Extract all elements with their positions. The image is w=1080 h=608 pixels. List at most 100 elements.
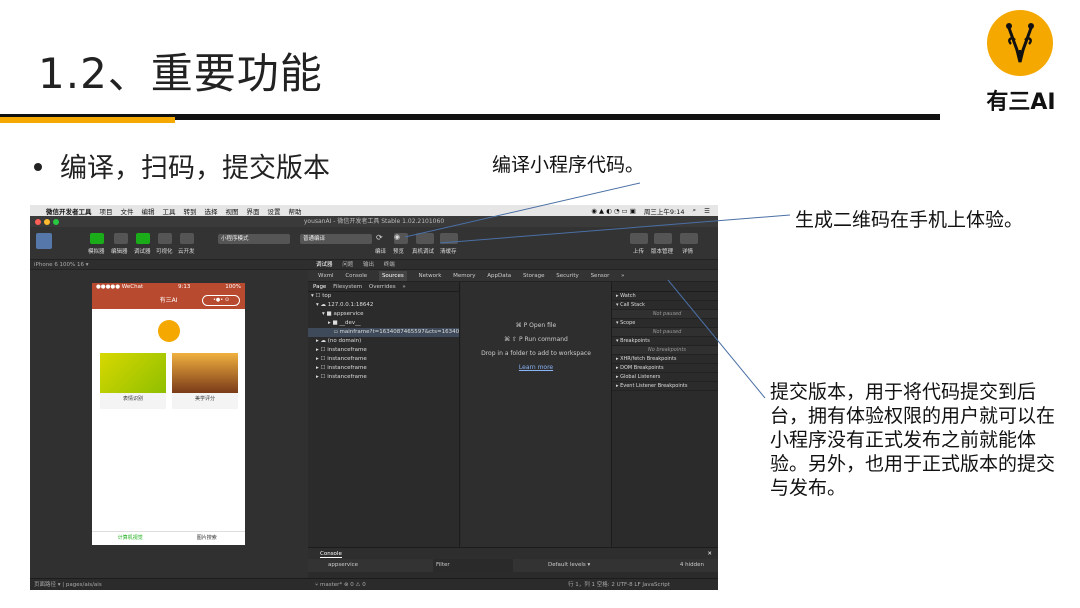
miniprogram-capsule-button[interactable]: •●• ⊙: [202, 295, 240, 306]
cloud-dev-button[interactable]: [180, 233, 194, 244]
control-center-icon[interactable]: ☰: [704, 207, 710, 215]
tree-item[interactable]: ▸ ■ __dev__: [308, 319, 459, 328]
card-aesthetic[interactable]: 美学评分: [172, 353, 238, 409]
debugger-sidebar: ▸ Watch ▾ Call Stack Not paused ▾ Scope …: [611, 282, 718, 547]
menu-item-interface[interactable]: 界面: [247, 206, 260, 216]
tree-item[interactable]: ▸ ☐ instanceframe: [308, 373, 459, 382]
page-path[interactable]: 页面路径 ▾ | pages/ais/ais: [34, 582, 102, 588]
compile-mode-select[interactable]: 普通编译: [300, 234, 372, 244]
tab-memory[interactable]: Memory: [453, 273, 475, 279]
tab-filesystem[interactable]: Filesystem: [333, 284, 362, 290]
label-editor: 编辑器: [111, 249, 128, 255]
status-time: 9:13: [178, 284, 191, 290]
section-call-stack[interactable]: ▾ Call Stack: [612, 301, 718, 310]
visual-toggle-button[interactable]: [158, 233, 172, 244]
tab-problems[interactable]: 问题: [342, 262, 353, 268]
menu-item-settings[interactable]: 设置: [268, 206, 281, 216]
debugger-toggle-button[interactable]: [136, 233, 150, 244]
section-watch[interactable]: ▸ Watch: [612, 292, 718, 301]
section-dom-breakpoints[interactable]: ▸ DOM Breakpoints: [612, 364, 718, 373]
tab-image-search[interactable]: 图片搜索: [169, 532, 246, 545]
section-scope[interactable]: ▾ Scope: [612, 319, 718, 328]
menu-item-edit[interactable]: 编辑: [142, 206, 155, 216]
git-branch[interactable]: ⑂ master* ⊗ 0 ⚠ 0: [315, 579, 366, 590]
tab-computer-vision[interactable]: 计算机视觉: [92, 532, 169, 545]
status-carrier: ●●●●● WeChat: [96, 284, 144, 290]
more-tabs-icon[interactable]: »: [621, 273, 624, 279]
device-select[interactable]: iPhone 6 100% 16 ▾: [34, 262, 89, 268]
tab-wxml[interactable]: Wxml: [318, 273, 334, 279]
menu-item-select[interactable]: 选择: [205, 206, 218, 216]
section-global-listeners[interactable]: ▸ Global Listeners: [612, 373, 718, 382]
annotation-submit: 提交版本，用于将代码提交到后台，拥有体验权限的用户就可以在小程序没有正式发布之前…: [770, 381, 1056, 499]
menubar-clock[interactable]: 周三上午9:14: [644, 206, 685, 216]
tree-item-selected[interactable]: ▫ mainframe?t=1634087465597&cts=16340874: [308, 328, 459, 337]
tab-network[interactable]: Network: [418, 273, 441, 279]
close-window-icon[interactable]: [35, 219, 41, 225]
tree-item[interactable]: ▸ ☁ (no domain): [308, 337, 459, 346]
annotation-compile: 编译小程序代码。: [492, 154, 645, 176]
avatar[interactable]: [36, 233, 52, 249]
tab-console[interactable]: Console: [345, 273, 367, 279]
details-icon[interactable]: [680, 233, 698, 244]
shortcut-run-command: ⌘ ⇧ P Run command: [504, 336, 568, 343]
menu-item-file[interactable]: 文件: [121, 206, 134, 216]
menu-app-name[interactable]: 微信开发者工具: [46, 206, 92, 216]
logo-emblem-icon: [987, 10, 1053, 76]
tree-item[interactable]: ▸ ☐ instanceframe: [308, 355, 459, 364]
tree-item[interactable]: ▸ ☐ instanceframe: [308, 364, 459, 373]
preview-icon[interactable]: ◉: [394, 233, 408, 244]
learn-more-link[interactable]: Learn more: [461, 364, 611, 371]
bullet-dot-icon: [34, 162, 42, 171]
tab-sensor[interactable]: Sensor: [591, 273, 610, 279]
tab-security[interactable]: Security: [556, 273, 579, 279]
more-nav-tabs-icon[interactable]: »: [402, 284, 405, 290]
card-expression[interactable]: 表情识别: [100, 353, 166, 409]
tab-sources[interactable]: Sources: [378, 271, 407, 281]
tree-item[interactable]: ▾ ■ appservice: [308, 310, 459, 319]
clear-cache-icon[interactable]: [440, 233, 458, 244]
menu-item-view[interactable]: 视图: [226, 206, 239, 216]
zoom-window-icon[interactable]: [53, 219, 59, 225]
tab-page[interactable]: Page: [313, 284, 326, 290]
remote-debug-icon[interactable]: [416, 233, 434, 244]
menu-item-goto[interactable]: 转到: [184, 206, 197, 216]
console-drawer-tab[interactable]: Console: [320, 551, 342, 558]
tab-output[interactable]: 输出: [363, 262, 374, 268]
simulator-device-bar[interactable]: iPhone 6 100% 16 ▾: [30, 260, 308, 270]
menu-item-project[interactable]: 项目: [100, 206, 113, 216]
slide-title: 1.2、重要功能: [38, 49, 323, 98]
brand-logo: 有三AI: [985, 10, 1056, 115]
upload-icon[interactable]: [630, 233, 648, 244]
menu-item-tools[interactable]: 工具: [163, 206, 176, 216]
mode-select[interactable]: 小程序模式: [218, 234, 290, 244]
simulator-toggle-button[interactable]: [90, 233, 104, 244]
tab-overrides[interactable]: Overrides: [369, 284, 396, 290]
breakpoints-status: No breakpoints: [612, 346, 718, 355]
tab-appdata[interactable]: AppData: [487, 273, 511, 279]
tree-item[interactable]: ▾ ☐ top: [308, 292, 459, 301]
section-event-listener-breakpoints[interactable]: ▸ Event Listener Breakpoints: [612, 382, 718, 391]
mac-menubar: 微信开发者工具 项目 文件 编辑 工具 转到 选择 视图 界面 设置 帮助 ◉ …: [30, 205, 718, 216]
spotlight-icon[interactable]: ⌕: [693, 206, 697, 215]
console-filter-input[interactable]: Filter: [433, 559, 513, 572]
tab-storage[interactable]: Storage: [523, 273, 545, 279]
version-manage-icon[interactable]: [654, 233, 672, 244]
card-label: 表情识别: [122, 396, 143, 402]
section-xhr-breakpoints[interactable]: ▸ XHR/fetch Breakpoints: [612, 355, 718, 364]
wifi-icon[interactable]: ◉ ▲ ◐ ◔ ▭ ▣: [591, 207, 636, 215]
console-context-select[interactable]: appservice: [328, 562, 358, 568]
console-levels-select[interactable]: Default levels ▾: [548, 559, 590, 572]
editor-toggle-button[interactable]: [114, 233, 128, 244]
tree-item[interactable]: ▾ ☁ 127.0.0.1:18642: [308, 301, 459, 310]
tab-terminal[interactable]: 终端: [384, 262, 395, 268]
menu-item-help[interactable]: 帮助: [289, 206, 302, 216]
minimize-window-icon[interactable]: [44, 219, 50, 225]
compile-icon[interactable]: ⟳: [376, 233, 390, 244]
window-titlebar: yousanAI - 微信开发者工具 Stable 1.02.2101060: [30, 216, 718, 227]
editor-status: 行 1，列 1 空格: 2 UTF-8 LF JavaScript: [568, 582, 670, 588]
section-breakpoints[interactable]: ▾ Breakpoints: [612, 337, 718, 346]
tab-debugger[interactable]: 调试器: [316, 262, 333, 268]
debugger-controls[interactable]: [612, 282, 718, 292]
tree-item[interactable]: ▸ ☐ instanceframe: [308, 346, 459, 355]
